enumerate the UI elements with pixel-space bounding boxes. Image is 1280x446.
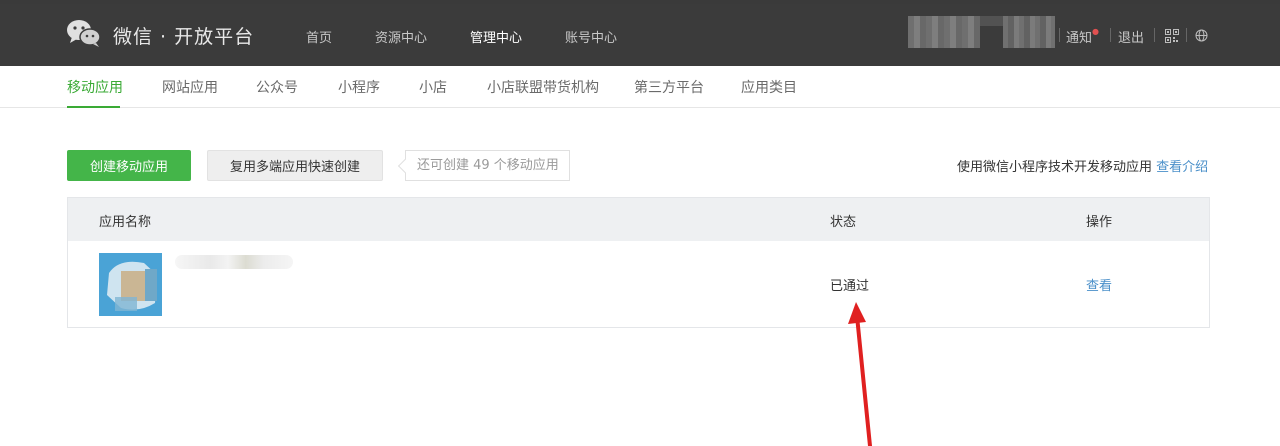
tab-web-apps[interactable]: 网站应用 xyxy=(162,77,218,97)
view-intro-link[interactable]: 查看介绍 xyxy=(1156,160,1208,175)
column-header-app-name: 应用名称 xyxy=(99,215,152,230)
nav-account[interactable]: 账号中心 xyxy=(565,27,617,46)
divider xyxy=(1154,28,1155,42)
globe-icon[interactable] xyxy=(1195,29,1208,42)
nav-home[interactable]: 首页 xyxy=(306,27,332,46)
notice-badge-icon: ● xyxy=(1092,27,1099,36)
tab-mobile-apps[interactable]: 移动应用 xyxy=(67,77,123,97)
nav-resources[interactable]: 资源中心 xyxy=(375,27,427,46)
wechat-logo-icon[interactable] xyxy=(66,18,102,48)
divider xyxy=(1059,28,1060,42)
user-info-blurred xyxy=(908,16,980,48)
tab-official-accounts[interactable]: 公众号 xyxy=(256,77,298,97)
brand-title[interactable]: 微信 · 开放平台 xyxy=(113,22,254,49)
tab-mini-programs[interactable]: 小程序 xyxy=(338,77,380,97)
app-icon[interactable] xyxy=(99,253,162,316)
app-name-blurred xyxy=(175,255,293,269)
app-icon-image xyxy=(99,253,162,316)
tab-shop[interactable]: 小店 xyxy=(419,77,447,97)
table-row: 已通过 查看 xyxy=(68,241,1209,327)
sub-nav: 移动应用 网站应用 公众号 小程序 小店 小店联盟带货机构 第三方平台 应用类目 xyxy=(0,66,1280,108)
annotation-arrow-icon xyxy=(848,302,872,446)
create-mobile-app-button[interactable]: 创建移动应用 xyxy=(67,150,191,181)
tab-third-party-platform[interactable]: 第三方平台 xyxy=(634,77,704,97)
view-app-link[interactable]: 查看 xyxy=(1086,275,1112,294)
notice-label: 通知 xyxy=(1066,31,1093,46)
tab-shop-alliance[interactable]: 小店联盟带货机构 xyxy=(487,77,599,97)
user-avatar-blurred xyxy=(1003,16,1055,48)
intro-text: 使用微信小程序技术开发移动应用 xyxy=(957,160,1153,175)
divider xyxy=(1110,28,1111,42)
active-tab-indicator xyxy=(67,106,120,108)
column-header-actions: 操作 xyxy=(1086,215,1113,230)
nav-management[interactable]: 管理中心 xyxy=(470,27,522,46)
column-header-status: 状态 xyxy=(830,215,857,230)
reuse-multiplatform-app-button[interactable]: 复用多端应用快速创建 xyxy=(207,150,383,181)
divider xyxy=(1186,28,1187,42)
qrcode-icon[interactable] xyxy=(1165,29,1179,43)
status-badge: 已通过 xyxy=(830,279,870,294)
notice-link[interactable]: 通知● xyxy=(1066,27,1099,46)
app-table: 应用名称 状态 操作 已通过 查看 xyxy=(67,197,1210,328)
remaining-quota-tip: 还可创建 49 个移动应用 xyxy=(405,150,570,181)
top-header: 微信 · 开放平台 首页 资源中心 管理中心 账号中心 通知● 退出 xyxy=(0,0,1280,66)
mini-program-intro: 使用微信小程序技术开发移动应用 查看介绍 xyxy=(957,156,1208,175)
logout-link[interactable]: 退出 xyxy=(1118,27,1144,46)
tab-app-categories[interactable]: 应用类目 xyxy=(741,77,797,97)
user-info-blurred-mid xyxy=(980,16,1003,26)
table-header: 应用名称 状态 操作 xyxy=(68,198,1209,241)
